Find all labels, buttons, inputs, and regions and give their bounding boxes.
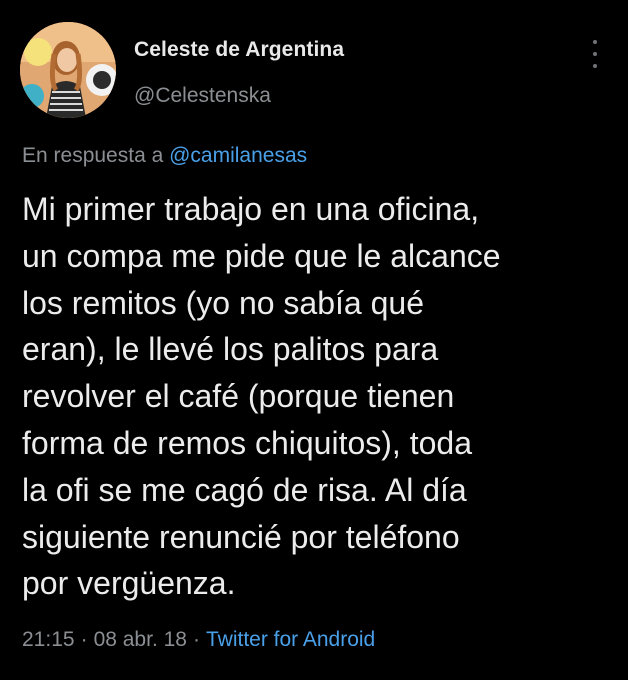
- reply-context: En respuesta a @camilanesas: [22, 144, 307, 168]
- display-name[interactable]: Celeste de Argentina: [134, 38, 344, 62]
- tweet-line: un compa me pide que le alcance: [22, 237, 501, 274]
- tweet-meta: 21:15 · 08 abr. 18 · Twitter for Android: [22, 628, 375, 652]
- tweet-card: Celeste de Argentina @Celestenska En res…: [0, 0, 628, 680]
- reply-prefix: En respuesta a: [22, 144, 164, 167]
- tweet-line: Mi primer trabajo en una oficina,: [22, 191, 480, 227]
- more-dot: [593, 40, 597, 44]
- avatar[interactable]: [20, 22, 116, 118]
- tweet-line: revolver el café (porque tienen: [22, 378, 455, 415]
- tweet-line: forma de remos chiquitos), toda: [22, 424, 472, 461]
- avatar-image: [20, 22, 116, 118]
- user-handle[interactable]: @Celestenska: [134, 84, 271, 108]
- tweet-line: la ofi se me cagó de risa. Al día: [22, 471, 467, 508]
- more-vertical-icon[interactable]: [585, 40, 605, 68]
- tweet-line: por vergüenza.: [22, 565, 236, 602]
- more-dot: [593, 52, 597, 56]
- meta-separator: ·: [192, 628, 200, 651]
- more-dot: [593, 64, 597, 68]
- tweet-line: siguiente renuncié por teléfono: [22, 518, 460, 555]
- meta-separator: ·: [80, 628, 88, 651]
- tweet-text: Mi primer trabajo en una oficina, un com…: [22, 186, 612, 607]
- tweet-line: los remitos (yo no sabía qué: [22, 284, 424, 321]
- tweet-time[interactable]: 21:15: [22, 628, 75, 651]
- tweet-date[interactable]: 08 abr. 18: [94, 628, 187, 651]
- source-link[interactable]: Twitter for Android: [206, 628, 375, 651]
- tweet-line: eran), le llevé los palitos para: [22, 331, 439, 368]
- reply-mention-link[interactable]: @camilanesas: [169, 144, 307, 167]
